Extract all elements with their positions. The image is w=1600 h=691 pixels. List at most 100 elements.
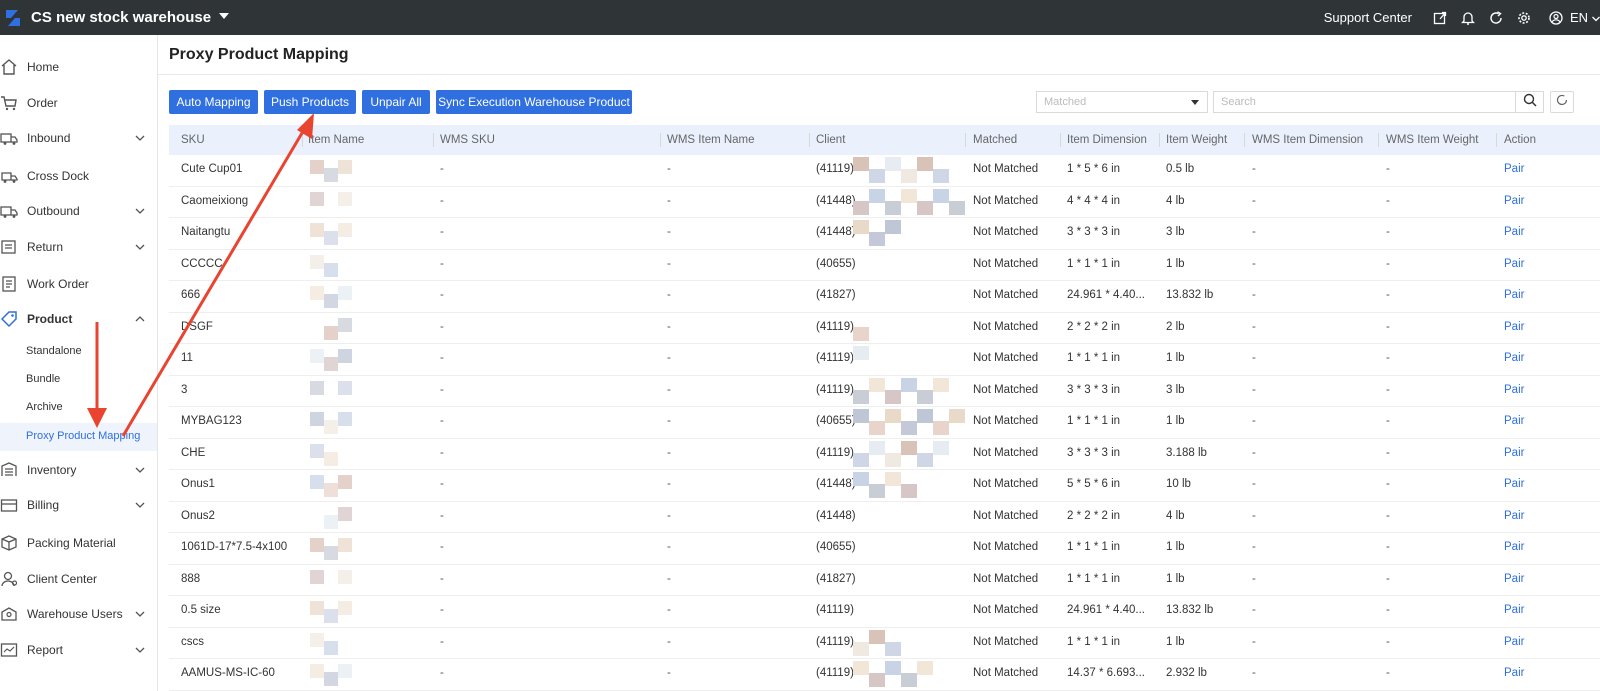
sku-cell: DSGF — [181, 320, 213, 333]
chevron-down-icon[interactable] — [135, 464, 145, 474]
sync-execution-warehouse-product-button[interactable]: Sync Execution Warehouse Product — [436, 90, 632, 114]
client-name-thumbnail — [917, 661, 933, 675]
language-label[interactable]: EN — [1570, 10, 1588, 25]
column-header-item-weight[interactable]: Item Weight — [1166, 125, 1227, 155]
chevron-up-icon[interactable] — [135, 313, 145, 323]
warehouse-dropdown-icon[interactable] — [219, 12, 230, 23]
pair-link[interactable]: Pair — [1504, 636, 1524, 648]
sidebar-item-outbound[interactable]: Outbound — [0, 199, 157, 223]
export-icon[interactable] — [1433, 11, 1447, 25]
sidebar-item-billing[interactable]: Billing — [0, 493, 157, 517]
sidebar-item-report[interactable]: Report — [0, 638, 157, 662]
support-center-link[interactable]: Support Center — [1324, 10, 1412, 25]
pair-link[interactable]: Pair — [1504, 226, 1524, 238]
sidebar-item-packing-material[interactable]: Packing Material — [0, 531, 157, 555]
pair-link[interactable]: Pair — [1504, 384, 1524, 396]
refresh-icon[interactable] — [1489, 10, 1503, 25]
pair-link[interactable]: Pair — [1504, 352, 1524, 364]
sidebar-sub-bundle[interactable]: Bundle — [26, 369, 60, 389]
column-divider[interactable] — [965, 133, 966, 147]
column-header-sku[interactable]: SKU — [181, 125, 205, 155]
auto-mapping-button[interactable]: Auto Mapping — [169, 90, 258, 114]
column-header-action[interactable]: Action — [1504, 125, 1536, 155]
chevron-down-icon[interactable] — [135, 644, 145, 654]
sidebar-item-return[interactable]: Return — [0, 235, 157, 259]
sidebar-item-home[interactable]: Home — [0, 55, 157, 79]
sidebar-sub-proxy-product-mapping[interactable]: Proxy Product Mapping — [26, 426, 140, 446]
pair-link[interactable]: Pair — [1504, 667, 1524, 679]
column-divider[interactable] — [809, 133, 810, 147]
page-title: Proxy Product Mapping — [169, 46, 349, 63]
matched-filter-select[interactable]: Matched — [1036, 91, 1208, 113]
column-header-client[interactable]: Client — [816, 125, 845, 155]
bell-icon[interactable] — [1460, 11, 1476, 25]
column-divider[interactable] — [433, 133, 434, 147]
pair-link[interactable]: Pair — [1504, 163, 1524, 175]
sidebar-item-product[interactable]: Product — [0, 307, 157, 331]
chevron-down-icon[interactable] — [135, 132, 145, 142]
pair-link[interactable]: Pair — [1504, 604, 1524, 616]
pair-link[interactable]: Pair — [1504, 289, 1524, 301]
user-avatar-icon[interactable] — [1549, 10, 1563, 25]
search-button[interactable] — [1516, 91, 1544, 113]
settings-gear-icon[interactable] — [1517, 11, 1531, 25]
cross-dock-icon — [0, 167, 18, 185]
pair-link[interactable]: Pair — [1504, 510, 1524, 522]
pair-link[interactable]: Pair — [1504, 415, 1524, 427]
column-header-wms-item-name[interactable]: WMS Item Name — [667, 125, 755, 155]
sidebar-sub-standalone[interactable]: Standalone — [26, 341, 82, 361]
chevron-down-icon[interactable] — [135, 205, 145, 215]
pair-link[interactable]: Pair — [1504, 541, 1524, 553]
sidebar-item-work-order[interactable]: Work Order — [0, 272, 157, 296]
pair-link[interactable]: Pair — [1504, 478, 1524, 490]
column-divider[interactable] — [302, 133, 303, 147]
client-name-thumbnail — [917, 157, 933, 171]
client-name-thumbnail — [933, 421, 949, 435]
column-divider[interactable] — [660, 133, 661, 147]
language-chevron-icon[interactable] — [1592, 10, 1600, 25]
item-name-thumbnail — [338, 349, 352, 363]
app-logo-icon[interactable] — [4, 8, 22, 28]
sidebar-item-warehouse-users[interactable]: Warehouse Users — [0, 602, 157, 626]
wms-item-name-cell: - — [667, 509, 671, 522]
language-switcher[interactable]: EN — [1542, 10, 1600, 25]
column-divider[interactable] — [1159, 133, 1160, 147]
pair-link[interactable]: Pair — [1504, 321, 1524, 333]
wms-sku-cell: - — [440, 667, 444, 679]
item-name-thumbnail — [338, 223, 352, 237]
sidebar-item-inventory[interactable]: Inventory — [0, 458, 157, 482]
pair-link[interactable]: Pair — [1504, 195, 1524, 207]
sidebar-item-cross-dock[interactable]: Cross Dock — [0, 164, 157, 188]
unpair-all-button[interactable]: Unpair All — [362, 90, 430, 114]
chevron-down-icon[interactable] — [135, 608, 145, 618]
sidebar-item-inbound[interactable]: Inbound — [0, 126, 157, 150]
pair-link[interactable]: Pair — [1504, 573, 1524, 585]
pair-link[interactable]: Pair — [1504, 258, 1524, 270]
search-input[interactable]: Search — [1213, 91, 1516, 113]
sidebar-sub-archive[interactable]: Archive — [26, 397, 63, 417]
column-header-item-name[interactable]: Item Name — [308, 125, 364, 155]
item-weight-cell: 0.5 lb — [1166, 163, 1195, 175]
column-header-wms-sku[interactable]: WMS SKU — [440, 125, 495, 155]
column-header-wms-item-dimension[interactable]: WMS Item Dimension — [1252, 125, 1363, 155]
sidebar-item-label: Cross Dock — [27, 169, 90, 183]
column-divider[interactable] — [1496, 133, 1497, 147]
column-divider[interactable] — [1060, 133, 1061, 147]
sidebar-item-client-center[interactable]: Client Center — [0, 567, 157, 591]
sidebar-item-label: Report — [27, 643, 64, 657]
column-header-item-dimension[interactable]: Item Dimension — [1067, 125, 1147, 155]
item-name-thumbnail — [338, 286, 352, 300]
column-header-wms-item-weight[interactable]: WMS Item Weight — [1386, 125, 1478, 155]
push-products-button[interactable]: Push Products — [264, 90, 356, 114]
pair-link[interactable]: Pair — [1504, 447, 1524, 459]
table-refresh-button[interactable] — [1550, 91, 1574, 113]
warehouse-name[interactable]: CS new stock warehouse — [31, 9, 211, 26]
column-divider[interactable] — [1244, 133, 1245, 147]
chevron-down-icon[interactable] — [135, 241, 145, 251]
matched-cell: Not Matched — [973, 163, 1039, 175]
sidebar-item-order[interactable]: Order — [0, 91, 157, 115]
matched-cell: Not Matched — [973, 509, 1039, 522]
chevron-down-icon[interactable] — [135, 499, 145, 509]
column-divider[interactable] — [1378, 133, 1379, 147]
column-header-matched[interactable]: Matched — [973, 125, 1017, 155]
